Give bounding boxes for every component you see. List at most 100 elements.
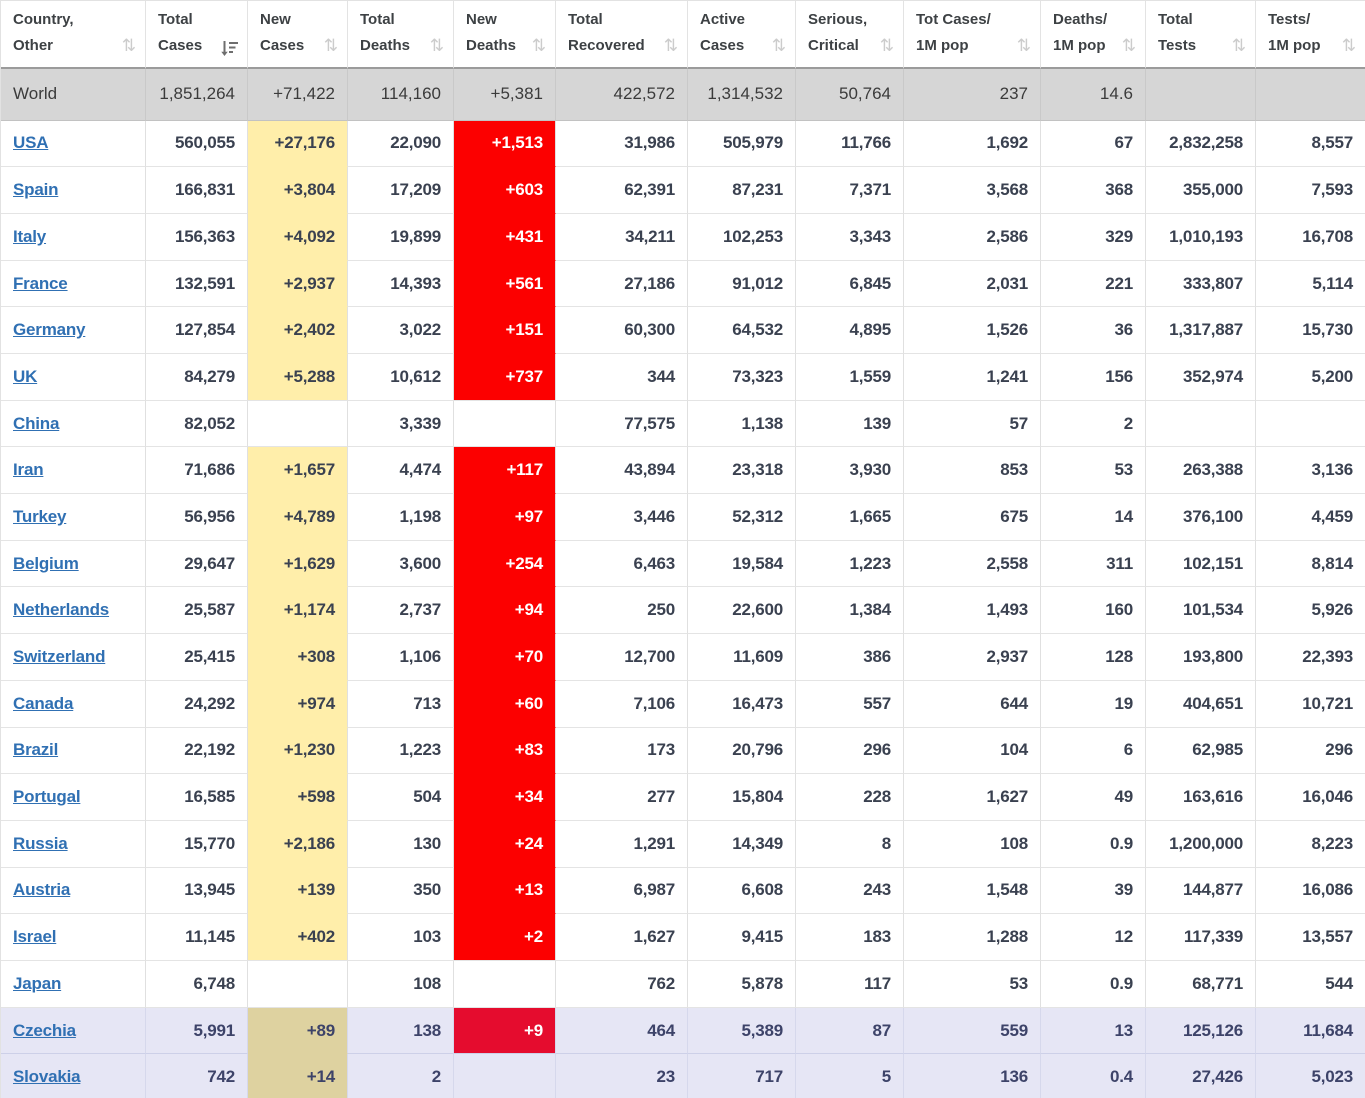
cell-country: Switzerland	[1, 634, 146, 681]
cell-total_cases: 156,363	[146, 214, 248, 261]
cell-serious_critical: 296	[796, 728, 904, 775]
country-link[interactable]: Turkey	[13, 507, 66, 526]
country-link[interactable]: Japan	[13, 974, 61, 993]
sort-icon: ⇅	[532, 38, 546, 55]
cell-new_deaths: +117	[454, 447, 556, 494]
column-header-country[interactable]: Country,Other⇅	[1, 1, 146, 69]
cell-tests_per_1m: 15,730	[1256, 307, 1365, 354]
cell-country: Canada	[1, 681, 146, 728]
cell-deaths_per_1m: 329	[1041, 214, 1146, 261]
cell-country: Israel	[1, 914, 146, 961]
country-link[interactable]: UK	[13, 367, 37, 386]
country-link[interactable]: Switzerland	[13, 647, 105, 666]
column-header-total_deaths[interactable]: TotalDeaths⇅	[348, 1, 454, 69]
cell-serious_critical: 8	[796, 821, 904, 868]
cell-total_deaths: 3,600	[348, 541, 454, 588]
country-link[interactable]: Spain	[13, 180, 58, 199]
column-header-total_recovered[interactable]: TotalRecovered⇅	[556, 1, 688, 69]
cell-country: UK	[1, 354, 146, 401]
cell-new_deaths: +70	[454, 634, 556, 681]
cell-total_tests: 62,985	[1146, 728, 1256, 775]
cell-active_cases: 6,608	[688, 868, 796, 915]
cell-total_cases: 132,591	[146, 261, 248, 308]
country-link[interactable]: Austria	[13, 880, 70, 899]
column-header-new_deaths[interactable]: NewDeaths⇅	[454, 1, 556, 69]
cell-total_recovered: 6,987	[556, 868, 688, 915]
country-link[interactable]: Russia	[13, 834, 68, 853]
column-header-new_cases[interactable]: NewCases ⇅	[248, 1, 348, 69]
country-link[interactable]: France	[13, 274, 68, 293]
cell-total_deaths: 504	[348, 774, 454, 821]
country-link[interactable]: Slovakia	[13, 1067, 80, 1086]
cell-active_cases: 5,389	[688, 1008, 796, 1055]
country-link[interactable]: Netherlands	[13, 600, 109, 619]
cell-total_deaths: 4,474	[348, 447, 454, 494]
cell-total_recovered: 31,986	[556, 121, 688, 168]
cell-total_tests: 1,200,000	[1146, 821, 1256, 868]
cell-total_tests: 117,339	[1146, 914, 1256, 961]
cell-total_tests	[1146, 69, 1256, 121]
cell-serious_critical: 557	[796, 681, 904, 728]
column-header-active_cases[interactable]: ActiveCases⇅	[688, 1, 796, 69]
cell-new_deaths: +603	[454, 167, 556, 214]
country-link[interactable]: Brazil	[13, 740, 58, 759]
country-link[interactable]: Belgium	[13, 554, 79, 573]
cell-new_cases: +2,937	[248, 261, 348, 308]
cell-cases_per_1m: 2,031	[904, 261, 1041, 308]
cell-total_deaths: 22,090	[348, 121, 454, 168]
cell-total_tests	[1146, 401, 1256, 448]
cell-total_recovered: 6,463	[556, 541, 688, 588]
cell-total_deaths: 17,209	[348, 167, 454, 214]
cell-total_deaths: 350	[348, 868, 454, 915]
country-link[interactable]: China	[13, 414, 59, 433]
column-header-tests_per_1m[interactable]: Tests/1M pop⇅	[1256, 1, 1365, 69]
country-link[interactable]: USA	[13, 133, 48, 152]
country-link[interactable]: Iran	[13, 460, 43, 479]
cell-tests_per_1m: 8,557	[1256, 121, 1365, 168]
cell-cases_per_1m: 136	[904, 1054, 1041, 1098]
cell-country: World	[1, 69, 146, 121]
sort-icon: ⇅	[122, 38, 136, 55]
cell-total_recovered: 23	[556, 1054, 688, 1098]
country-link[interactable]: Portugal	[13, 787, 80, 806]
cell-cases_per_1m: 237	[904, 69, 1041, 121]
cell-total_deaths: 713	[348, 681, 454, 728]
column-header-deaths_per_1m[interactable]: Deaths/1M pop⇅	[1041, 1, 1146, 69]
cell-active_cases: 717	[688, 1054, 796, 1098]
cell-serious_critical: 1,665	[796, 494, 904, 541]
cell-serious_critical: 50,764	[796, 69, 904, 121]
cell-deaths_per_1m: 0.4	[1041, 1054, 1146, 1098]
cell-cases_per_1m: 104	[904, 728, 1041, 775]
country-link[interactable]: Italy	[13, 227, 46, 246]
table-row: Turkey56,956+4,7891,198+973,44652,3121,6…	[1, 494, 1365, 541]
cell-new_deaths: +2	[454, 914, 556, 961]
cell-country: Turkey	[1, 494, 146, 541]
column-header-serious_critical[interactable]: Serious,Critical⇅	[796, 1, 904, 69]
cell-new_cases: +89	[248, 1008, 348, 1055]
cell-new_deaths: +151	[454, 307, 556, 354]
cell-new_cases: +5,288	[248, 354, 348, 401]
cell-total_tests: 101,534	[1146, 587, 1256, 634]
cell-total_deaths: 2	[348, 1054, 454, 1098]
cell-new_cases: +71,422	[248, 69, 348, 121]
column-header-cases_per_1m[interactable]: Tot Cases/1M pop⇅	[904, 1, 1041, 69]
country-link[interactable]: Canada	[13, 694, 73, 713]
cell-total_recovered: 12,700	[556, 634, 688, 681]
cell-deaths_per_1m: 36	[1041, 307, 1146, 354]
cell-total_tests: 1,317,887	[1146, 307, 1256, 354]
cell-country: Italy	[1, 214, 146, 261]
cell-active_cases: 73,323	[688, 354, 796, 401]
column-header-total_cases[interactable]: TotalCases	[146, 1, 248, 69]
world-label: World	[13, 84, 57, 103]
cell-tests_per_1m: 296	[1256, 728, 1365, 775]
country-link[interactable]: Czechia	[13, 1021, 76, 1040]
country-link[interactable]: Germany	[13, 320, 85, 339]
cell-new_deaths: +431	[454, 214, 556, 261]
sort-icon: ⇅	[324, 38, 338, 55]
column-header-total_tests[interactable]: TotalTests⇅	[1146, 1, 1256, 69]
column-label-new_cases: NewCases	[260, 7, 304, 59]
cell-cases_per_1m: 1,493	[904, 587, 1041, 634]
sort-icon: ⇅	[430, 38, 444, 55]
cell-active_cases: 1,138	[688, 401, 796, 448]
country-link[interactable]: Israel	[13, 927, 56, 946]
